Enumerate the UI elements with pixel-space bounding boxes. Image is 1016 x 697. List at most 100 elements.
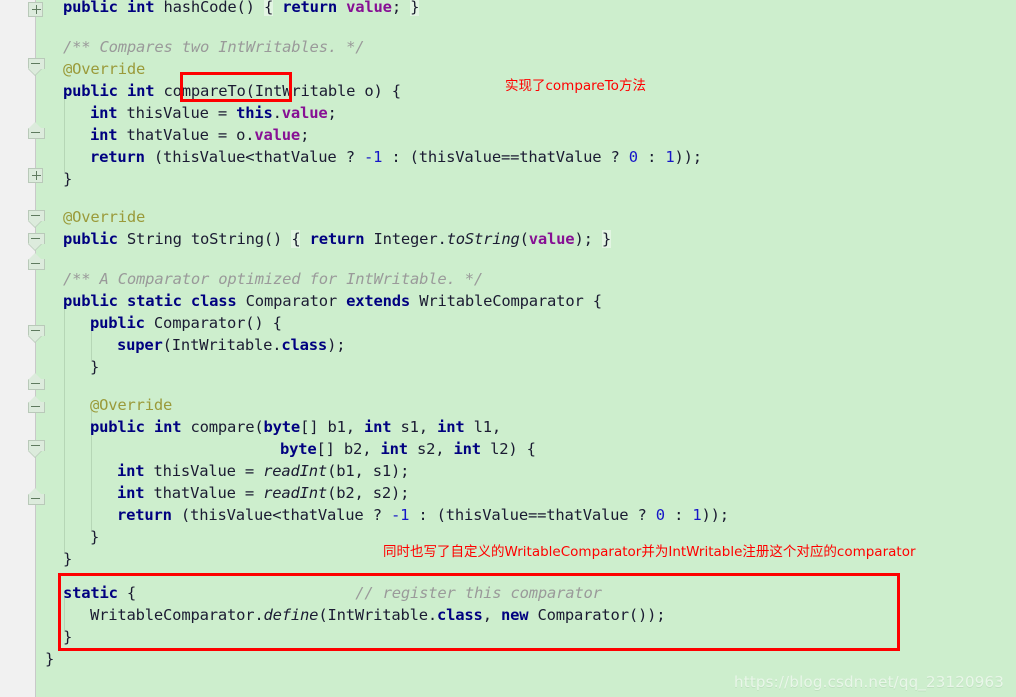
code-token: public [90,314,145,332]
code-token: l2) { [480,440,536,458]
code-token: 0 [655,506,665,524]
code-line[interactable]: /** A Comparator optimized for IntWritab… [63,268,483,291]
code-token: value [528,230,575,248]
code-line[interactable]: } [63,626,72,649]
code-token: (b2, s2); [327,484,410,502]
code-line[interactable]: public int compare(byte[] b1, int s1, in… [90,416,501,439]
fold-toggle[interactable] [28,168,43,183]
code-token: : [637,148,666,166]
fold-region-start-icon[interactable] [28,58,45,75]
fold-region-end-icon[interactable] [28,252,45,270]
annotation-note-comparator: 同时也写了自定义的WritableComparator并为IntWritable… [383,544,916,560]
code-line[interactable]: WritableComparator.define(IntWritable.cl… [90,604,666,627]
fold-region-start[interactable] [28,58,45,75]
code-line[interactable]: int thisValue = readInt(b1, s1); [117,460,409,483]
fold-region-start[interactable] [28,210,45,227]
fold-dash [31,238,40,239]
fold-region-end[interactable] [28,121,45,139]
fold-region-end-icon[interactable] [28,121,45,139]
code-content[interactable]: public int hashCode() { return value; } /… [35,0,1016,697]
fold-region-start-icon[interactable] [28,440,45,457]
code-token: (b1, s1); [327,462,410,480]
code-token: int [117,484,145,502]
code-token: byte [263,418,301,436]
code-line[interactable]: int thatValue = o.value; [90,124,309,147]
code-token: this [236,104,273,122]
gutter-change-strip[interactable] [0,0,12,697]
code-line[interactable]: @Override [90,394,172,417]
code-line[interactable]: public String toString() { return Intege… [63,228,611,251]
fold-toggle[interactable] [28,2,43,17]
code-line[interactable]: /** Compares two IntWritables. */ [63,36,365,59]
fold-region-end[interactable] [28,372,45,390]
code-line[interactable]: public int hashCode() { return value; } [63,0,419,19]
fold-region-end-icon[interactable] [28,395,45,413]
code-line[interactable]: } [63,168,72,191]
code-token: 0 [628,148,638,166]
code-token: toString [446,230,520,248]
fold-region-start[interactable] [28,325,45,342]
fold-region-start[interactable] [28,440,45,457]
fold-dash [31,406,40,407]
code-line[interactable]: static { // register this comparator [63,582,602,605]
code-token: /** A Comparator optimized for IntWritab… [63,270,484,288]
code-token: class [281,336,328,354]
code-line[interactable]: } [45,648,54,671]
code-line[interactable]: } [90,526,99,549]
code-token: new [500,606,529,624]
fold-region-end-icon[interactable] [28,487,45,505]
code-token: } [90,358,100,376]
code-token: } [410,0,420,16]
code-line[interactable]: public static class Comparator extends W… [63,290,602,313]
code-token: WritableComparator. [90,606,264,624]
code-line[interactable]: public int compareTo(IntWritable o) { [63,80,401,103]
fold-expand-icon[interactable] [28,168,43,183]
code-line[interactable]: } [63,548,72,571]
code-line[interactable]: @Override [63,206,145,229]
code-token: Integer. [364,230,447,248]
code-line[interactable]: return (thisValue<thatValue ? -1 : (this… [117,504,729,527]
code-line[interactable]: byte[] b2, int s2, int l2) { [280,438,536,461]
code-token: compareTo(IntWritable o) { [154,82,401,100]
code-line[interactable]: int thatValue = readInt(b2, s2); [117,482,409,505]
code-token: return [309,230,365,248]
fold-dash [31,498,40,499]
code-token: , [482,606,501,624]
editor-text-area[interactable]: public int hashCode() { return value; } /… [35,0,1016,697]
code-token: Comparator [236,292,347,310]
fold-region-start-icon[interactable] [28,233,45,250]
code-token: (IntWritable. [162,336,282,354]
code-token: s2, [407,440,454,458]
fold-region-end[interactable] [28,487,45,505]
fold-expand-icon[interactable] [28,2,43,17]
fold-region-end[interactable] [28,395,45,413]
code-line[interactable]: return (thisValue<thatValue ? -1 : (this… [90,146,702,169]
code-token: super [117,336,163,354]
code-token: s1, [391,418,438,436]
code-token: int [126,0,155,16]
code-line[interactable]: @Override [63,58,145,81]
fold-dash [31,263,40,264]
code-token: thatValue = [144,484,264,502]
code-line[interactable]: public Comparator() { [90,312,282,335]
code-token: -1 [363,148,383,166]
code-line[interactable]: int thisValue = this.value; [90,102,337,125]
code-token: } [601,230,611,248]
code-token: readInt [263,462,328,480]
fold-region-start[interactable] [28,233,45,250]
fold-region-start-icon[interactable] [28,210,45,227]
code-token: int [364,418,392,436]
code-token: [] b1, [300,418,364,436]
fold-region-end-icon[interactable] [28,372,45,390]
fold-region-end[interactable] [28,252,45,270]
code-line[interactable]: super(IntWritable.class); [117,334,346,357]
code-token: (IntWritable. [318,606,438,624]
code-line[interactable]: } [90,356,99,379]
fold-region-start-icon[interactable] [28,325,45,342]
